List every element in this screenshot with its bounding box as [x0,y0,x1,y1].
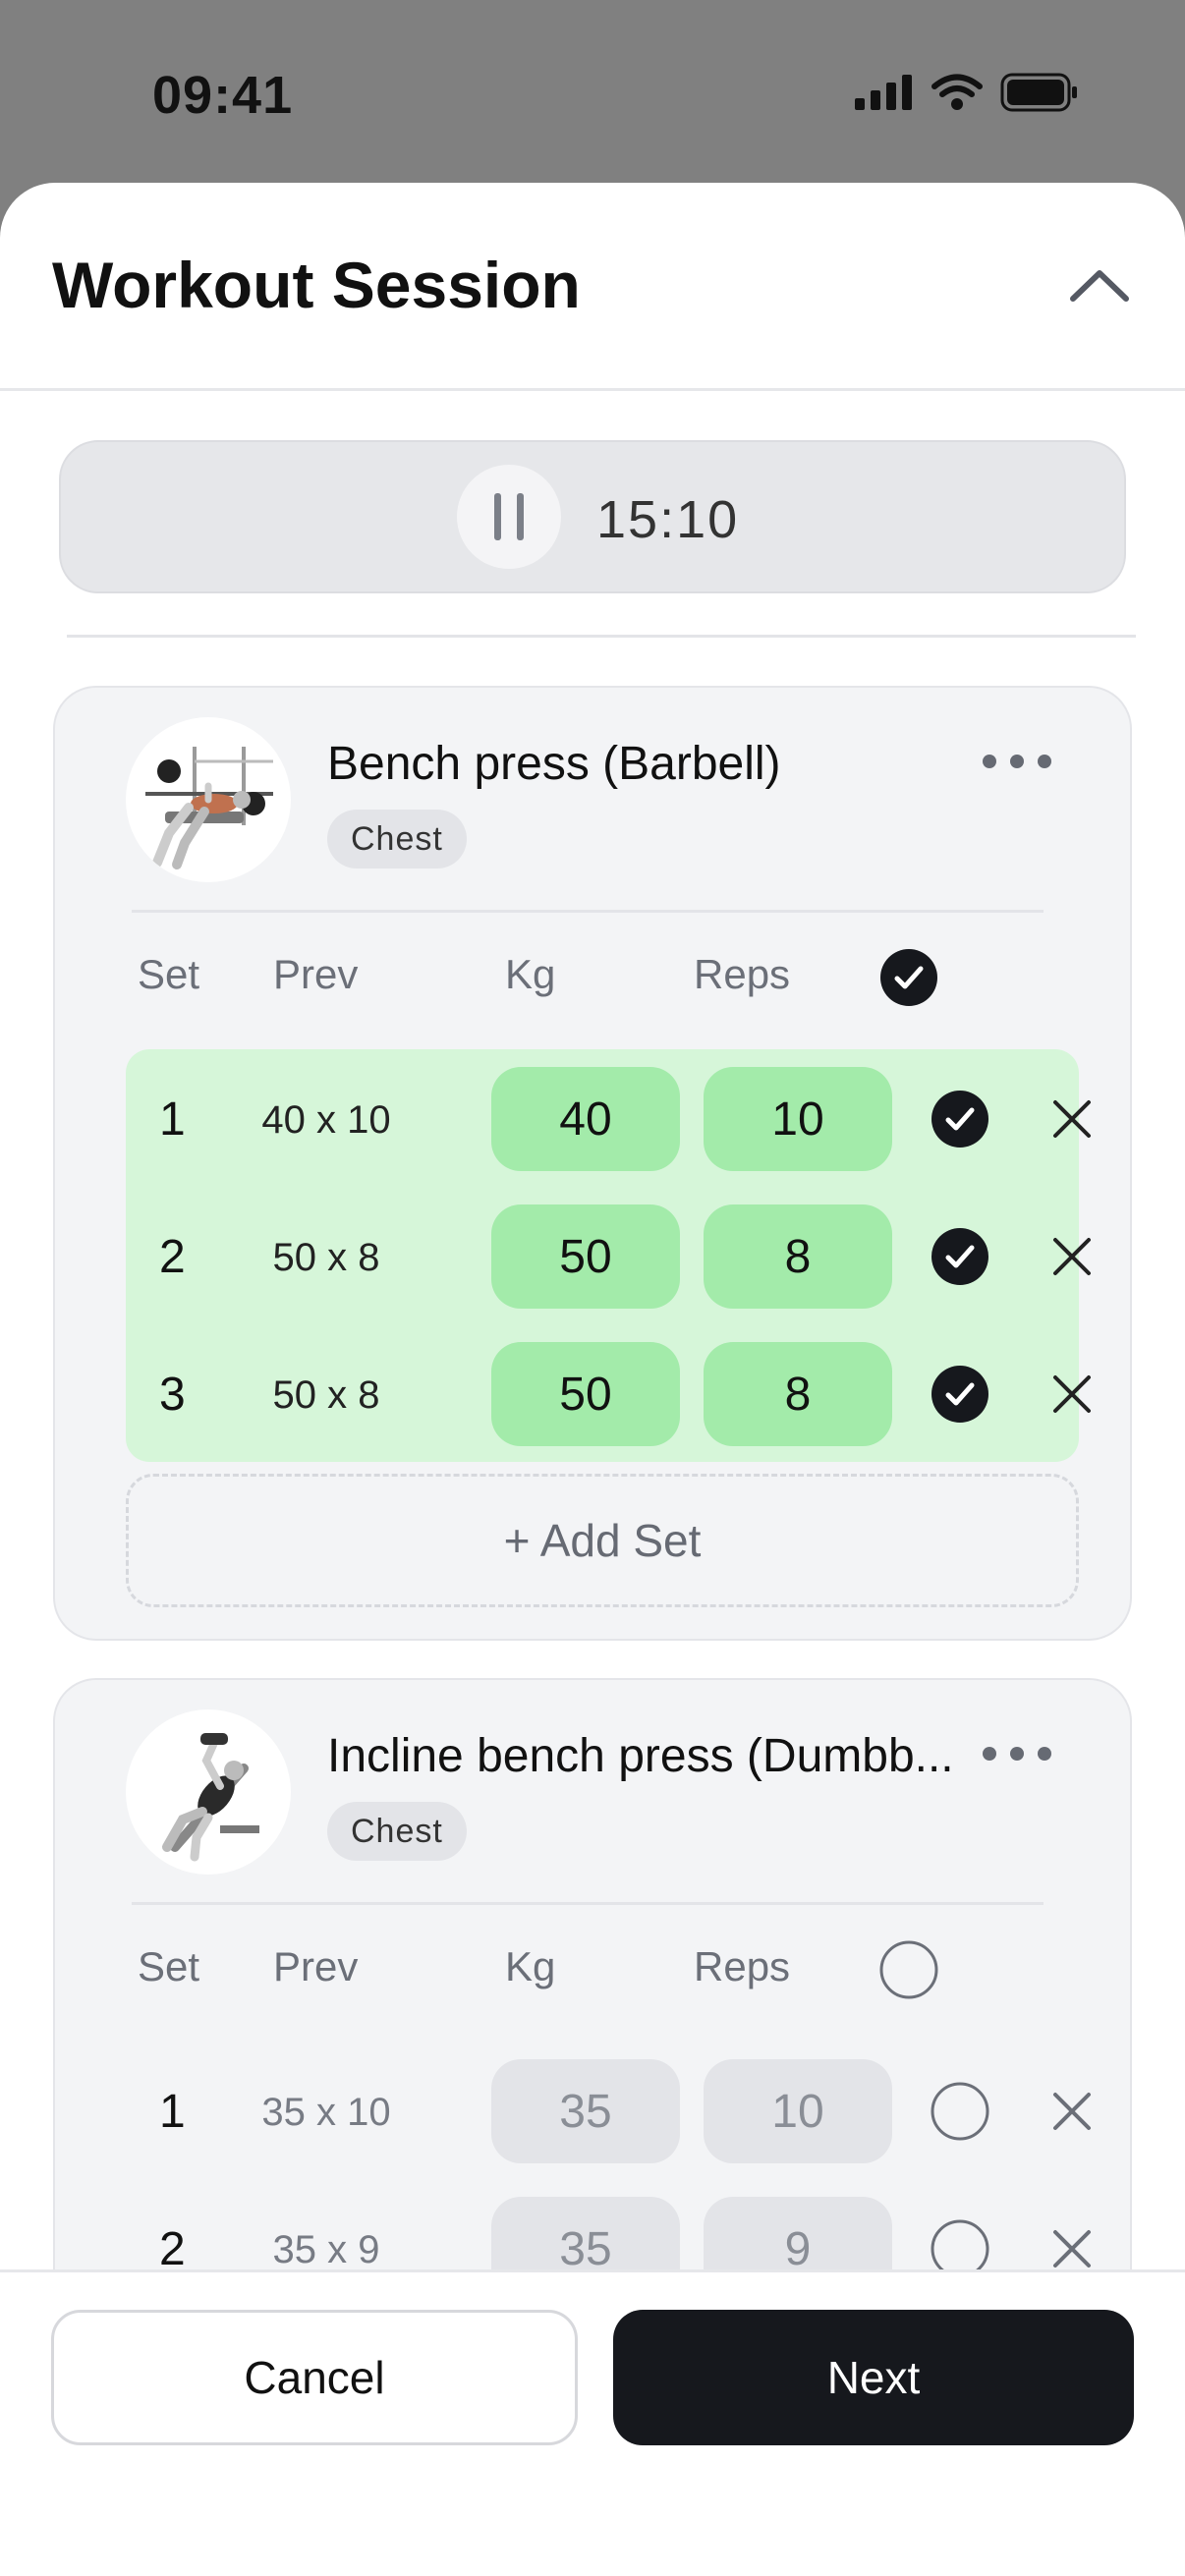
cancel-button[interactable]: Cancel [51,2310,578,2445]
status-time: 09:41 [152,66,294,125]
col-header-kg: Kg [505,1943,556,1989]
complete-all-checkbox[interactable] [878,1939,939,2000]
divider [132,910,1044,913]
close-icon[interactable] [1047,1370,1097,1419]
bench-press-illustration [145,747,273,869]
muscle-tag: Chest [327,810,467,868]
close-icon[interactable] [1047,1232,1097,1281]
kg-input[interactable]: 50 [491,1342,680,1446]
reps-input[interactable]: 8 [704,1204,892,1309]
exercise-card: Bench press (Barbell) Chest Set Prev Kg … [53,686,1132,1641]
divider [67,635,1136,638]
wifi-icon [931,74,983,110]
exercise-name: Incline bench press (Dumbb... [327,1730,954,1782]
sheet-header: Workout Session [0,183,1185,391]
previous-value: 40 x 10 [261,1098,391,1142]
set-row: 1 40 x 10 40 10 [126,1049,1091,1187]
previous-value: 35 x 10 [261,2091,391,2134]
col-header-prev: Prev [273,1943,359,1989]
footer-bar: Cancel Next [0,2269,1185,2576]
set-number: 2 [159,2223,186,2275]
kg-input[interactable]: 50 [491,1204,680,1309]
check-circle-icon[interactable] [930,1364,990,1425]
check-circle-icon[interactable] [930,1089,990,1149]
status-icons [855,73,1079,112]
collapse-button[interactable] [1065,257,1134,312]
set-row: 1 35 x 10 35 10 [126,2042,1091,2179]
kg-input[interactable]: 40 [491,1067,680,1171]
chevron-up-icon [1070,270,1129,302]
workout-sheet: Workout Session 15:10 Bench press (Barbe… [0,183,1185,2576]
reps-input[interactable]: 10 [704,1067,892,1171]
reps-input[interactable]: 10 [704,2059,892,2163]
next-button[interactable]: Next [613,2310,1134,2445]
circle-icon[interactable] [930,2081,990,2142]
more-options-icon[interactable] [983,747,1051,776]
col-header-kg: Kg [505,951,556,997]
signal-icon [855,75,912,110]
divider [132,1902,1044,1905]
exercise-thumbnail [126,1709,291,1875]
previous-value: 50 x 8 [272,1373,380,1417]
exercise-name: Bench press (Barbell) [327,738,781,790]
status-bar: 09:41 [0,0,1185,187]
col-header-reps: Reps [694,951,791,997]
timer-value: 15:10 [596,490,740,549]
close-icon[interactable] [1047,2224,1097,2273]
col-header-set: Set [138,1943,200,1989]
kg-input[interactable]: 35 [491,2059,680,2163]
previous-value: 35 x 9 [272,2228,380,2271]
more-options-icon[interactable] [983,1739,1051,1768]
previous-value: 50 x 8 [272,1236,380,1279]
set-number: 1 [159,1093,186,1146]
muscle-tag: Chest [327,1802,467,1861]
check-circle-icon[interactable] [930,1226,990,1287]
set-row: 2 50 x 8 50 8 [126,1187,1091,1324]
reps-input[interactable]: 8 [704,1342,892,1446]
col-header-set: Set [138,951,200,997]
battery-icon [1000,73,1077,112]
set-number: 2 [159,1231,186,1283]
set-row: 3 50 x 8 50 8 [126,1324,1091,1462]
complete-all-checkbox[interactable] [878,947,939,1008]
col-header-prev: Prev [273,951,359,997]
session-timer: 15:10 [59,440,1126,593]
add-set-button[interactable]: + Add Set [126,1474,1079,1607]
page-title: Workout Session [52,249,581,321]
set-number: 3 [159,1369,186,1421]
close-icon[interactable] [1047,2087,1097,2136]
pause-icon [494,493,524,540]
exercise-thumbnail [126,717,291,882]
col-header-reps: Reps [694,1943,791,1989]
incline-press-illustration [162,1733,259,1862]
pause-button[interactable] [457,465,561,569]
set-number: 1 [159,2086,186,2138]
close-icon[interactable] [1047,1094,1097,1144]
